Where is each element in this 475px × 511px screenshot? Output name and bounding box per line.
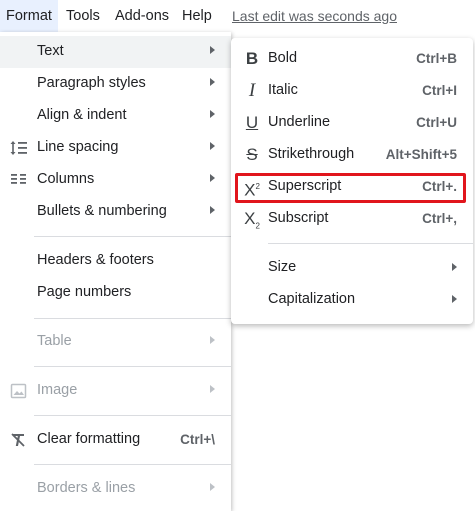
menu-item-headers-footers[interactable]: Headers & footers — [0, 245, 231, 277]
submenu-item-capitalization[interactable]: Capitalization — [231, 284, 473, 316]
menu-divider — [34, 318, 231, 319]
menu-item-label: Bullets & numbering — [37, 203, 167, 219]
format-menu: Text Paragraph styles Align & indent Lin… — [0, 32, 231, 511]
image-icon — [10, 383, 28, 399]
submenu-item-superscript[interactable]: X2 Superscript Ctrl+. — [231, 171, 473, 203]
menu-item-table: Table — [0, 326, 231, 358]
menu-item-columns[interactable]: Columns — [0, 164, 231, 196]
submenu-arrow-icon — [452, 263, 457, 271]
submenu-item-underline[interactable]: U Underline Ctrl+U — [231, 107, 473, 139]
submenu-arrow-icon — [210, 336, 215, 344]
submenu-arrow-icon — [210, 174, 215, 182]
shortcut-label: Ctrl+, — [422, 211, 457, 226]
menu-tools[interactable]: Tools — [66, 8, 100, 24]
menu-item-label: Line spacing — [37, 139, 119, 155]
menu-item-page-numbers[interactable]: Page numbers — [0, 277, 231, 309]
submenu-item-label: Subscript — [268, 210, 329, 226]
submenu-item-strikethrough[interactable]: S Strikethrough Alt+Shift+5 — [231, 139, 473, 171]
menu-item-clear-formatting[interactable]: Clear formatting Ctrl+\ — [0, 424, 231, 456]
strikethrough-icon: S — [246, 145, 258, 164]
menu-item-label: Clear formatting — [37, 431, 141, 447]
submenu-arrow-icon — [210, 385, 215, 393]
submenu-arrow-icon — [452, 295, 457, 303]
menu-item-label: Table — [37, 333, 72, 349]
menu-divider — [34, 464, 231, 465]
submenu-arrow-icon — [210, 46, 215, 54]
menu-divider — [34, 415, 231, 416]
underline-icon: U — [245, 113, 259, 132]
menu-item-label: Image — [37, 382, 78, 398]
last-edit-link[interactable]: Last edit was seconds ago — [232, 8, 397, 24]
shortcut-label: Ctrl+U — [416, 115, 457, 130]
submenu-arrow-icon — [210, 483, 215, 491]
submenu-item-label: Capitalization — [268, 291, 356, 307]
bold-icon: B — [245, 49, 259, 68]
line-spacing-icon — [10, 140, 28, 156]
menu-addons[interactable]: Add-ons — [115, 8, 169, 24]
submenu-item-label: Bold — [268, 50, 298, 66]
submenu-item-italic[interactable]: I Italic Ctrl+I — [231, 75, 473, 107]
shortcut-label: Ctrl+. — [422, 179, 457, 194]
menu-item-image: Image — [0, 375, 231, 407]
menu-item-line-spacing[interactable]: Line spacing — [0, 132, 231, 164]
submenu-item-size[interactable]: Size — [231, 252, 473, 284]
columns-icon — [10, 172, 28, 188]
clear-formatting-icon — [10, 432, 28, 448]
submenu-arrow-icon — [210, 206, 215, 214]
menu-item-align-indent[interactable]: Align & indent — [0, 100, 231, 132]
shortcut-label: Ctrl+B — [416, 51, 457, 66]
shortcut-label: Ctrl+I — [422, 83, 457, 98]
menu-item-borders-lines: Borders & lines — [0, 473, 231, 505]
subscript-icon: X2 — [244, 209, 260, 231]
submenu-item-label: Italic — [268, 82, 298, 98]
submenu-arrow-icon — [210, 78, 215, 86]
submenu-divider — [268, 243, 473, 244]
menu-item-label: Paragraph styles — [37, 75, 146, 91]
shortcut-label: Ctrl+\ — [180, 432, 215, 447]
submenu-item-label: Size — [268, 259, 297, 275]
menu-format[interactable]: Format — [0, 0, 58, 32]
menu-item-label: Text — [37, 43, 64, 59]
text-submenu: B Bold Ctrl+B I Italic Ctrl+I U Underlin… — [231, 38, 473, 324]
shortcut-label: Alt+Shift+5 — [385, 147, 457, 162]
menu-item-text[interactable]: Text — [0, 36, 231, 68]
italic-icon: I — [248, 80, 256, 101]
menu-divider — [34, 366, 231, 367]
menu-help[interactable]: Help — [182, 8, 212, 24]
menu-item-bullets-numbering[interactable]: Bullets & numbering — [0, 196, 231, 228]
menu-item-label: Headers & footers — [37, 252, 154, 268]
submenu-arrow-icon — [210, 110, 215, 118]
menu-item-label: Align & indent — [37, 107, 127, 123]
submenu-arrow-icon — [210, 142, 215, 150]
menu-divider — [34, 236, 231, 237]
submenu-item-label: Superscript — [268, 178, 342, 194]
submenu-item-label: Strikethrough — [268, 146, 355, 162]
superscript-icon: X2 — [244, 180, 260, 200]
menu-item-label: Columns — [37, 171, 95, 187]
menu-item-label: Page numbers — [37, 284, 132, 300]
menubar: Format Tools Add-ons Help Last edit was … — [0, 0, 475, 32]
submenu-item-subscript[interactable]: X2 Subscript Ctrl+, — [231, 203, 473, 235]
menu-item-label: Borders & lines — [37, 480, 136, 496]
submenu-item-label: Underline — [268, 114, 331, 130]
submenu-item-bold[interactable]: B Bold Ctrl+B — [231, 43, 473, 75]
menu-item-paragraph-styles[interactable]: Paragraph styles — [0, 68, 231, 100]
